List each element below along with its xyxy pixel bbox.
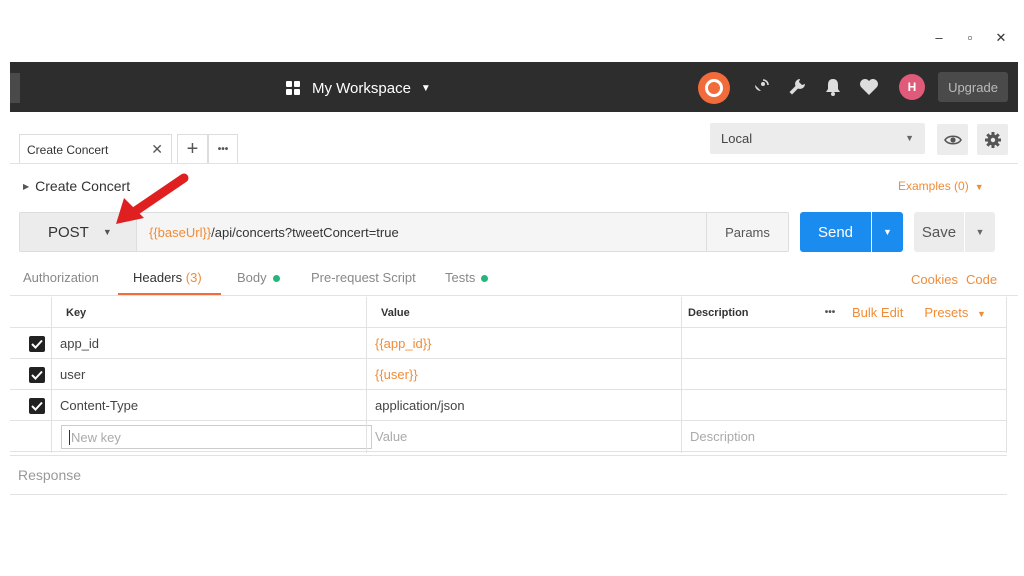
response-panel: Response (10, 455, 1007, 495)
close-icon[interactable]: ✕ (151, 141, 163, 158)
send-button[interactable]: Send (800, 212, 871, 252)
chevron-down-icon: ▼ (905, 133, 914, 143)
chevron-down-icon: ▼ (977, 309, 986, 319)
cookies-link[interactable]: Cookies (911, 272, 958, 287)
header-value[interactable]: {{user}} (367, 359, 418, 390)
save-options-button[interactable]: ▼ (965, 212, 995, 252)
divider (51, 297, 52, 453)
check-icon (31, 401, 43, 411)
sidebar-toggle-button[interactable] (10, 73, 20, 103)
tab-label: Create Concert (27, 142, 109, 157)
header-value[interactable]: application/json (367, 390, 465, 421)
workspace-switcher[interactable]: My Workspace ▼ (286, 76, 431, 100)
table-row: user {{user}} (10, 359, 1007, 390)
status-dot (481, 275, 489, 283)
header-key[interactable]: user (52, 359, 85, 390)
response-label: Response (18, 467, 82, 483)
url-input[interactable]: {{baseUrl}}/api/concerts?tweetConcert=tr… (137, 212, 707, 252)
header-key[interactable]: Content-Type (52, 390, 138, 421)
maximize-button[interactable]: ▫ (955, 30, 985, 45)
table-row: Content-Type application/json (10, 390, 1007, 421)
app-window: – ▫ ✕ My Workspace ▼ H Upgrade Create Co… (0, 0, 1024, 576)
status-dot (272, 275, 280, 283)
header-key[interactable]: app_id (52, 328, 99, 359)
tab-body-label: Body (237, 270, 267, 285)
column-header-description: Description (688, 306, 749, 319)
table-row: app_id {{app_id}} (10, 328, 1007, 359)
divider (10, 295, 1018, 296)
method-value: POST (48, 223, 89, 241)
code-link[interactable]: Code (966, 272, 997, 287)
tab-tests[interactable]: Tests (445, 270, 489, 285)
text-cursor (69, 429, 70, 445)
send-options-button[interactable]: ▼ (872, 212, 903, 252)
divider (366, 297, 367, 453)
satellite-icon[interactable] (748, 74, 774, 100)
user-avatar[interactable]: H (899, 74, 925, 100)
presets-dropdown[interactable]: Presets ▼ (924, 305, 986, 320)
heart-icon[interactable] (856, 74, 882, 100)
tab-more-button[interactable]: ••• (208, 134, 238, 164)
divider (681, 297, 682, 453)
tab-authorization[interactable]: Authorization (23, 270, 99, 285)
headers-table: Key Value Description ••• Bulk Edit Pres… (10, 297, 1007, 453)
save-button[interactable]: Save (914, 212, 964, 252)
tab-body[interactable]: Body (237, 270, 280, 285)
gear-icon (984, 131, 1001, 148)
headers-count: (3) (185, 270, 202, 285)
workspace-name: My Workspace (312, 79, 411, 97)
bell-icon[interactable] (820, 74, 846, 100)
examples-label: Examples (0) (898, 179, 969, 193)
annotation-arrow-icon (116, 173, 189, 224)
table-header-row: Key Value Description ••• Bulk Edit Pres… (10, 297, 1007, 328)
check-icon (31, 370, 43, 380)
bulk-edit-link[interactable]: Bulk Edit (852, 305, 903, 320)
tab-pre-request-script[interactable]: Pre-request Script (311, 270, 416, 285)
top-bar: My Workspace ▼ H Upgrade (10, 62, 1018, 112)
tab-headers-label: Headers (133, 270, 183, 285)
tab-tests-label: Tests (445, 270, 476, 285)
close-window-button[interactable]: ✕ (986, 30, 1016, 46)
new-value-input[interactable]: Value (367, 421, 407, 452)
divider (10, 163, 1018, 164)
caret-right-icon: ▶ (23, 181, 30, 191)
chevron-down-icon: ▼ (420, 82, 431, 94)
tab-headers[interactable]: Headers (3) (133, 270, 202, 285)
sync-icon[interactable] (698, 72, 730, 104)
row-checkbox[interactable] (29, 336, 45, 352)
table-row-new: New key Value Description (10, 421, 1007, 452)
wrench-icon[interactable] (784, 74, 810, 100)
settings-button[interactable] (977, 124, 1008, 155)
chevron-down-icon: ▼ (883, 227, 892, 237)
new-description-input[interactable]: Description (682, 421, 755, 452)
row-checkbox[interactable] (29, 398, 45, 414)
chevron-down-icon: ▼ (975, 227, 985, 237)
minimize-button[interactable]: – (924, 30, 954, 45)
column-header-key: Key (66, 306, 87, 319)
chevron-down-icon: ▼ (974, 182, 984, 192)
url-path: /api/concerts?tweetConcert=true (211, 224, 399, 240)
divider (1006, 297, 1007, 453)
new-key-input[interactable]: New key (61, 425, 372, 449)
column-header-value: Value (381, 306, 410, 319)
environment-quick-look-button[interactable] (937, 124, 968, 155)
environment-select[interactable]: Local ▼ (710, 123, 925, 154)
tab-create-concert[interactable]: Create Concert ✕ (19, 134, 172, 164)
new-key-placeholder: New key (71, 429, 121, 445)
upgrade-button[interactable]: Upgrade (938, 72, 1008, 102)
header-value[interactable]: {{app_id}} (367, 328, 431, 359)
more-options-button[interactable]: ••• (812, 307, 848, 318)
table-actions: ••• Bulk Edit Presets ▼ (812, 297, 986, 328)
examples-dropdown[interactable]: Examples (0) ▼ (898, 179, 984, 193)
row-checkbox[interactable] (29, 367, 45, 383)
environment-value: Local (721, 131, 753, 146)
new-tab-button[interactable]: + (177, 134, 208, 164)
params-button[interactable]: Params (706, 212, 789, 252)
eye-icon (943, 134, 962, 145)
check-icon (31, 339, 43, 349)
workspace-grid-icon (286, 81, 300, 95)
presets-label: Presets (924, 305, 969, 320)
